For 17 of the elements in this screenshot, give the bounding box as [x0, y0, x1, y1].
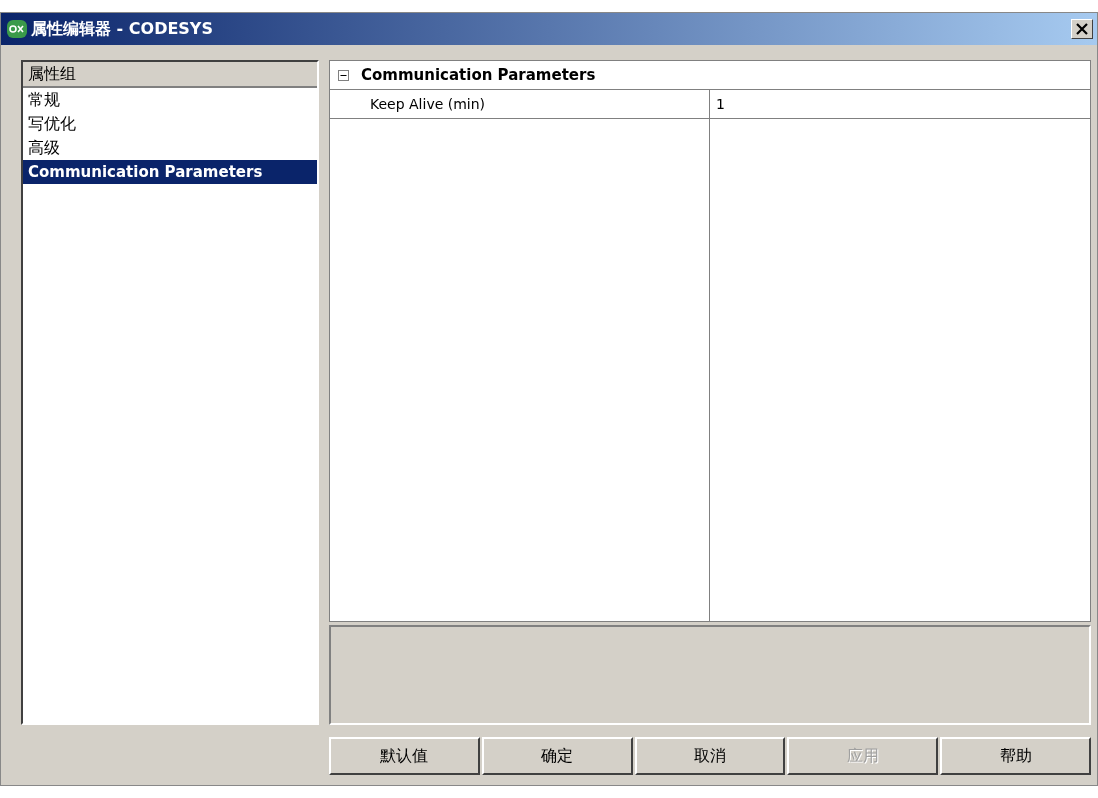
close-icon [1076, 23, 1088, 35]
property-name: Keep Alive (min) [330, 90, 710, 119]
app-logo-icon [7, 20, 27, 38]
group-item[interactable]: 高级 [23, 136, 317, 160]
dialog-button[interactable]: 默认值 [329, 737, 480, 775]
dialog-button[interactable]: 帮助 [940, 737, 1091, 775]
group-item[interactable]: 写优化 [23, 112, 317, 136]
dialog-button[interactable]: 确定 [481, 737, 633, 775]
category-label: Communication Parameters [361, 66, 596, 84]
group-item[interactable]: Communication Parameters [23, 160, 317, 184]
property-value[interactable]: 1 [710, 90, 1090, 119]
window-title: 属性编辑器 - CODESYS [31, 18, 214, 40]
dialog-button[interactable]: 取消 [634, 737, 786, 775]
group-item[interactable]: 常规 [23, 88, 317, 112]
close-button[interactable] [1071, 19, 1093, 39]
collapse-toggle[interactable] [338, 69, 349, 81]
list-header: 属性组 [23, 62, 317, 88]
